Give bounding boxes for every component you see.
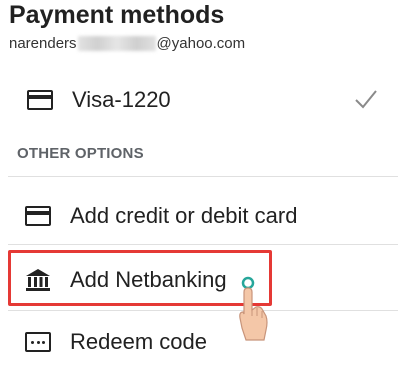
divider (8, 176, 398, 177)
redeem-code-icon (24, 332, 52, 352)
redeem-code-option[interactable]: Redeem code (0, 322, 402, 362)
credit-card-icon (26, 90, 54, 110)
option-label: Redeem code (70, 329, 207, 354)
other-options-header: OTHER OPTIONS (17, 145, 144, 162)
email-suffix: @yahoo.com (156, 34, 246, 52)
saved-method-visa[interactable]: Visa-1220 (0, 80, 402, 120)
checkmark-icon (355, 90, 377, 109)
email-prefix: narenders (9, 34, 77, 52)
email-redaction (77, 35, 156, 51)
credit-card-icon (24, 206, 52, 226)
account-email: narenders @yahoo.com (9, 33, 245, 53)
divider (8, 244, 398, 245)
bank-icon (24, 269, 52, 291)
divider (8, 310, 398, 311)
pointing-hand-icon (239, 276, 268, 341)
add-credit-card-option[interactable]: Add credit or debit card (0, 196, 402, 236)
page-title: Payment methods (9, 1, 225, 29)
option-label: Add Netbanking (70, 267, 227, 292)
add-netbanking-option[interactable]: Add Netbanking (0, 260, 402, 300)
saved-method-label: Visa-1220 (72, 87, 171, 112)
option-label: Add credit or debit card (70, 203, 298, 228)
